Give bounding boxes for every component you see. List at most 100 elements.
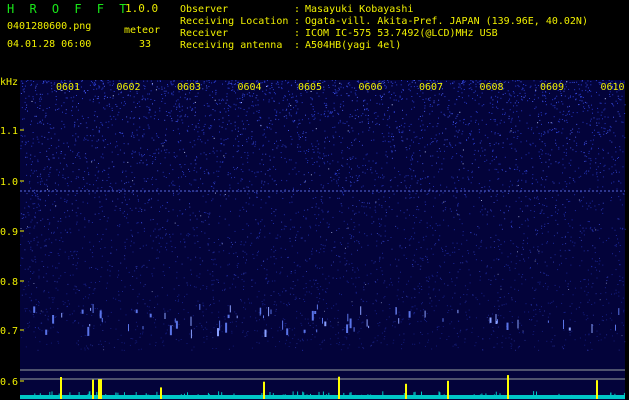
noise-pixel (312, 145, 314, 147)
noise-pixel (300, 184, 302, 186)
noise-pixel (536, 126, 538, 128)
noise-pixel (490, 196, 492, 198)
noise-pixel (349, 157, 351, 159)
noise-pixel (296, 234, 298, 236)
noise-pixel (379, 103, 381, 105)
noise-pixel (164, 102, 166, 104)
noise-pixel (522, 173, 524, 175)
noise-pixel (254, 282, 256, 284)
noise-pixel (421, 120, 423, 122)
noise-pixel (229, 237, 231, 239)
noise-pixel (169, 309, 171, 311)
noise-pixel (516, 245, 518, 247)
noise-pixel (353, 181, 355, 183)
noise-pixel (573, 179, 575, 181)
noise-pixel (621, 121, 623, 123)
noise-pixel (148, 259, 150, 261)
noise-pixel (62, 174, 64, 176)
noise-pixel (618, 295, 620, 297)
noise-pixel (275, 184, 277, 186)
noise-pixel (166, 294, 168, 296)
noise-pixel (178, 324, 180, 325)
noise-pixel (411, 175, 413, 177)
noise-pixel (512, 131, 514, 133)
noise-pixel (405, 185, 407, 187)
noise-pixel (111, 187, 113, 189)
noise-pixel (316, 287, 318, 288)
noise-pixel (29, 297, 31, 299)
noise-pixel (289, 237, 291, 239)
noise-pixel (41, 143, 43, 145)
noise-pixel (176, 108, 177, 110)
noise-pixel (237, 145, 239, 147)
noise-pixel (583, 196, 585, 198)
noise-pixel (288, 173, 290, 175)
noise-pixel (454, 182, 456, 184)
noise-pixel (337, 197, 338, 199)
noise-pixel (186, 99, 188, 101)
noise-pixel (437, 225, 439, 227)
noise-pixel (95, 267, 97, 269)
noise-pixel (569, 177, 571, 179)
noise-pixel (319, 267, 321, 269)
noise-pixel (403, 254, 405, 256)
noise-pixel (188, 168, 189, 170)
noise-pixel (349, 114, 351, 115)
noise-pixel (574, 287, 576, 289)
noise-pixel (523, 258, 525, 260)
noise-pixel (340, 86, 342, 88)
noise-pixel (251, 184, 253, 186)
noise-pixel (28, 214, 30, 216)
noise-pixel (428, 276, 430, 278)
noise-pixel (135, 151, 136, 153)
noise-pixel (551, 197, 553, 198)
noise-pixel (468, 178, 469, 180)
noise-pixel (378, 198, 380, 200)
noise-pixel (308, 172, 309, 174)
noise-pixel (320, 244, 322, 246)
noise-pixel (334, 172, 336, 174)
noise-pixel (272, 89, 274, 91)
noise-pixel (475, 234, 477, 236)
noise-pixel (564, 311, 566, 313)
noise-pixel (311, 250, 313, 252)
noise-pixel (376, 240, 378, 242)
noise-pixel (466, 294, 468, 296)
info-label-antenna: Receiving antenna (180, 40, 283, 51)
noise-pixel (37, 196, 39, 198)
noise-pixel (585, 227, 587, 229)
noise-pixel (101, 88, 103, 90)
noise-pixel (133, 135, 135, 137)
noise-pixel (263, 184, 265, 186)
noise-pixel (269, 175, 271, 177)
noise-pixel (126, 116, 128, 118)
noise-pixel (266, 307, 267, 309)
noise-pixel (366, 274, 368, 276)
noise-pixel (463, 84, 465, 86)
noise-pixel (512, 243, 514, 245)
noise-pixel (479, 279, 481, 281)
noise-pixel (507, 90, 509, 92)
noise-pixel (216, 323, 218, 325)
noise-pixel (497, 300, 499, 302)
noise-pixel (33, 271, 35, 273)
noise-pixel (263, 319, 265, 321)
noise-pixel (518, 179, 520, 181)
noise-pixel (235, 321, 237, 323)
noise-pixel (455, 197, 457, 199)
noise-pixel (167, 219, 169, 221)
noise-pixel (587, 317, 589, 319)
noise-pixel (522, 243, 524, 245)
noise-pixel (581, 80, 583, 82)
noise-pixel (166, 115, 168, 116)
noise-pixel (355, 286, 357, 288)
noise-pixel (38, 275, 40, 277)
noise-pixel (375, 162, 376, 164)
noise-pixel (77, 153, 79, 155)
noise-pixel (271, 87, 273, 88)
noise-pixel (52, 203, 54, 205)
noise-pixel (322, 187, 324, 189)
noise-pixel (287, 82, 289, 84)
noise-pixel (574, 339, 576, 341)
noise-pixel (107, 127, 109, 129)
